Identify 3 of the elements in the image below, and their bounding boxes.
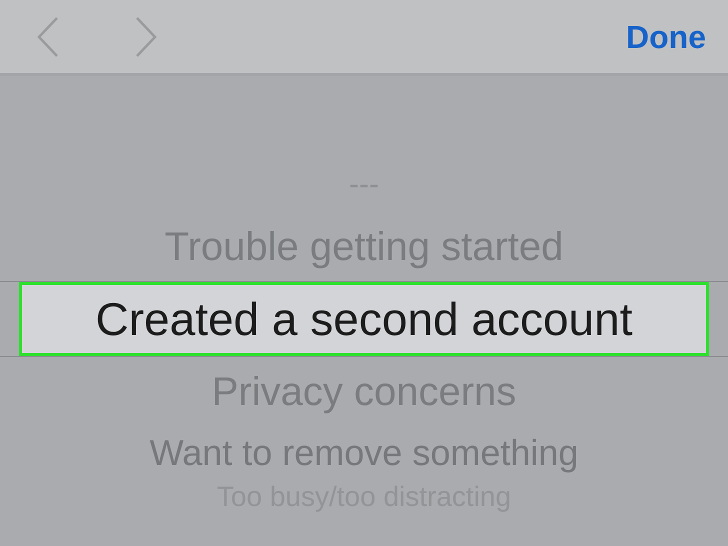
picker-option[interactable]: --- bbox=[349, 170, 379, 200]
done-button[interactable]: Done bbox=[622, 12, 710, 60]
picker-option[interactable]: Created a second account bbox=[19, 282, 709, 356]
